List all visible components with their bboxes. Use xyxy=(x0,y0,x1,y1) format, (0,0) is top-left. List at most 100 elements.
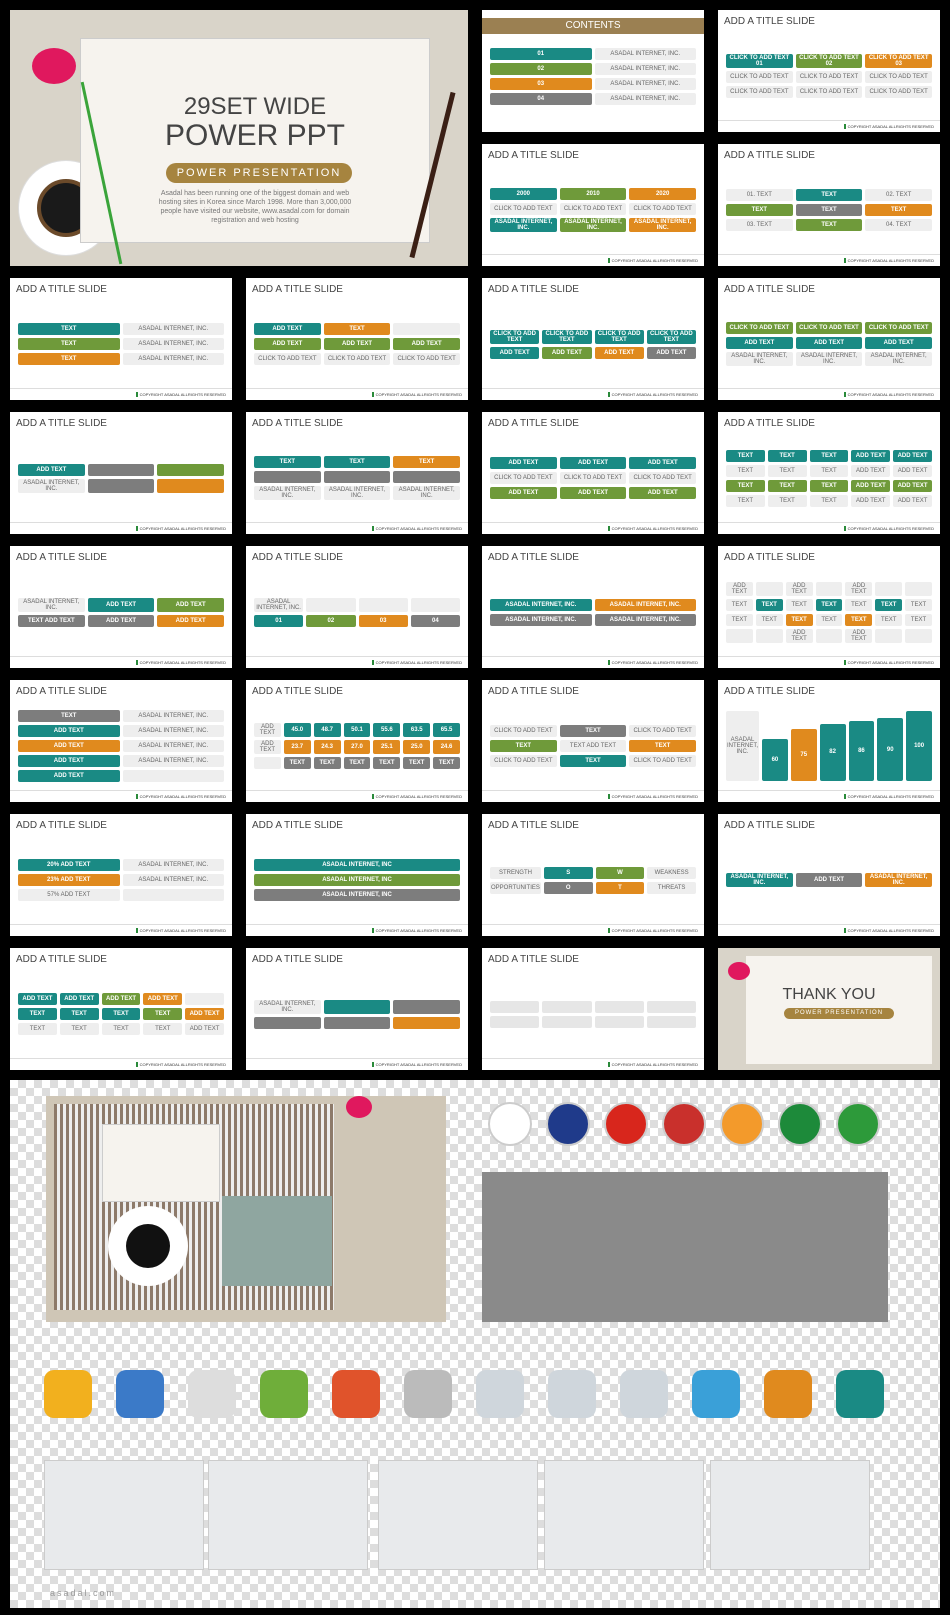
slide-thumbnail[interactable]: ADD A TITLE SLIDE TEXT TEXT TEXT ADD TEXT ADD… xyxy=(718,412,940,534)
slide-thumbnail[interactable]: ADD A TITLE SLIDE CLICK TO ADD TEXT CLICK … xyxy=(718,278,940,400)
office-worker-photo xyxy=(544,1460,704,1570)
slide-thumbnail[interactable]: ADD A TITLE SLIDE TEXT ASADAL INTERNET, IN… xyxy=(10,680,232,802)
slide-thumbnail[interactable]: ADD A TITLE SLIDE ASADAL INTERNET, INC ASA… xyxy=(246,814,468,936)
slide-thumbnail[interactable]: ADD A TITLE SLIDE ADD TEXT ADD TEXT ADD TEX… xyxy=(718,546,940,668)
cover-slide[interactable]: 29SET WIDE POWER PPT POWER PRESENTATION … xyxy=(10,10,468,266)
slide-element: O xyxy=(543,881,593,894)
slide-title: ADD A TITLE SLIDE xyxy=(488,418,579,429)
slide-element: 01. TEXT xyxy=(726,189,793,201)
slide-element: ADD TEXT xyxy=(851,449,891,462)
slide-thumbnail[interactable]: ADD A TITLE SLIDE ADD TEXT TEXT ADD TEXT ADD… xyxy=(246,278,468,400)
slide-element: ADD TEXT xyxy=(893,464,932,477)
slide-element: CLICK TO ADD TEXT xyxy=(629,472,696,484)
slide-element: CLICK TO ADD TEXT 02 xyxy=(795,54,863,68)
power-magnifier-icon xyxy=(836,1370,884,1418)
slide-element: ADD TEXT xyxy=(18,993,57,1005)
slide-element: ASADAL INTERNET, INC. xyxy=(559,218,627,232)
slide-element xyxy=(323,471,391,483)
slide-body: ADD TEXT TEXT ADD TEXT ADD TEXT ADD TEXT CLIC… xyxy=(254,302,460,386)
user-note-icon xyxy=(620,1370,668,1418)
slide-thumbnail[interactable]: ADD A TITLE SLIDE ASADAL INTERNET, INC. 60… xyxy=(718,680,940,802)
slide-element: CLICK TO ADD TEXT xyxy=(629,725,696,737)
slide-element: CLICK TO ADD TEXT xyxy=(490,755,557,767)
slide-element: ASADAL INTERNET, INC. xyxy=(726,352,793,366)
slide-element: 2000 xyxy=(490,188,557,200)
thank-you-subtitle: POWER PRESENTATION xyxy=(784,1008,894,1019)
slide-thumbnail[interactable]: ADD A TITLE SLIDE TEXT ASADAL INTERNET, IN… xyxy=(10,278,232,400)
slide-thumbnail[interactable]: ADD A TITLE SLIDE 2000 2010 2020 CLICK TO AD… xyxy=(482,144,704,266)
slide-title: ADD A TITLE SLIDE xyxy=(724,820,815,831)
cover-title-line2: POWER PPT xyxy=(164,119,345,152)
slide-thumbnail[interactable]: CONTENTS 01 ASADAL INTERNET, INC. 02 ASADAL … xyxy=(482,10,704,132)
slide-element: 02. TEXT xyxy=(865,189,932,201)
slide-element xyxy=(490,1015,540,1028)
slide-element xyxy=(594,1000,644,1013)
slide-thumbnail[interactable]: ADD A TITLE SLIDE ASADAL INTERNET, INC. AD… xyxy=(718,814,940,936)
slide-element: ADD TEXT xyxy=(893,479,932,492)
cover-subtitle: POWER PRESENTATION xyxy=(166,163,352,183)
slide-element: TEXT xyxy=(809,494,849,507)
slide-element: ADD TEXT xyxy=(393,338,460,350)
slide-element: TEXT xyxy=(313,757,341,769)
slide-element xyxy=(393,1016,460,1029)
slide-element: ASADAL INTERNET, INC xyxy=(254,859,460,871)
slide-thumbnail[interactable]: ADD A TITLE SLIDE 20% ADD TEXT ASADAL INTE… xyxy=(10,814,232,936)
slide-element xyxy=(393,999,460,1014)
slide-thumbnail[interactable]: ADD A TITLE SLIDE ADD TEXT ADD TEXT ADD TEX… xyxy=(10,948,232,1070)
slide-thumbnail[interactable]: ADD A TITLE SLIDE ASADAL INTERNET, INC. AS… xyxy=(482,546,704,668)
slide-element: TEXT xyxy=(143,1008,183,1020)
slide-element: ASADAL INTERNET, INC. xyxy=(594,598,696,611)
slide-element: 03. TEXT xyxy=(726,219,793,231)
slide-element: ADD TEXT xyxy=(18,740,120,752)
slide-element: TEXT xyxy=(845,613,873,626)
slide-element: ADD TEXT xyxy=(785,581,813,596)
slide-body: CLICK TO ADD TEXT 01 CLICK TO ADD TEXT 02… xyxy=(726,34,932,118)
slide-footer: COPYRIGHT ASADAL ALLRIGHTS RESERVED xyxy=(371,392,462,397)
slide-footer: COPYRIGHT ASADAL ALLRIGHTS RESERVED xyxy=(135,794,226,799)
slide-thumbnail[interactable]: ADD A TITLE SLIDE COPYRIGHT ASADAL ALLRIG… xyxy=(482,948,704,1070)
slide-thumbnail[interactable]: ADD A TITLE SLIDE 01. TEXT TEXT 02. TEXT TEX… xyxy=(718,144,940,266)
slide-title: ADD A TITLE SLIDE xyxy=(16,954,107,965)
slide-element: ASADAL INTERNET, INC. xyxy=(865,352,932,366)
slide-element: TEXT xyxy=(726,204,793,216)
slide-thumbnail[interactable]: ADD A TITLE SLIDE ASADAL INTERNET, INC. AD… xyxy=(10,546,232,668)
slide-element: ASADAL INTERNET, INC. xyxy=(122,353,224,365)
slide-footer: COPYRIGHT ASADAL ALLRIGHTS RESERVED xyxy=(135,928,226,933)
slide-element xyxy=(815,628,843,643)
slide-element: TEXT xyxy=(726,613,753,626)
slide-thumbnail[interactable]: THANK YOU POWER PRESENTATION xyxy=(718,948,940,1070)
slide-element: CLICK TO ADD TEXT xyxy=(490,203,557,215)
slide-element: ADD TEXT xyxy=(726,337,793,349)
slide-thumbnail[interactable]: ADD A TITLE SLIDE STRENGTH S W WEAKNESS OPPOR… xyxy=(482,814,704,936)
slide-thumbnail[interactable]: ADD A TITLE SLIDE ADD TEXT ASADAL INTERNET… xyxy=(10,412,232,534)
slide-thumbnail[interactable]: ADD A TITLE SLIDE ADD TEXT ADD TEXT ADD TEX… xyxy=(482,412,704,534)
slide-element xyxy=(905,581,932,596)
growth-chart-icon xyxy=(44,1370,92,1418)
user-lock-icon xyxy=(476,1370,524,1418)
slide-thumbnail[interactable]: ADD A TITLE SLIDE ASADAL INTERNET, INC. CO… xyxy=(246,948,468,1070)
user-calendar-icon xyxy=(548,1370,596,1418)
slide-thumbnail[interactable]: ADD A TITLE SLIDE CLICK TO ADD TEXT CLICK … xyxy=(482,278,704,400)
slide-element: 57% ADD TEXT xyxy=(18,889,120,901)
slide-title: ADD A TITLE SLIDE xyxy=(488,552,579,563)
slide-element xyxy=(122,889,224,901)
slide-element: ADD TEXT xyxy=(18,770,120,782)
slide-thumbnail[interactable]: ADD A TITLE SLIDE CLICK TO ADD TEXT 01 CLI… xyxy=(718,10,940,132)
slide-element: CLICK TO ADD TEXT 03 xyxy=(865,54,932,68)
slide-footer: COPYRIGHT ASADAL ALLRIGHTS RESERVED xyxy=(607,526,698,531)
slide-body: ADD TEXT ADD TEXT ADD TEXT CLICK TO ADD TEX… xyxy=(490,436,696,520)
slide-body: CLICK TO ADD TEXT TEXT CLICK TO ADD TEXT TE… xyxy=(490,704,696,788)
slide-element: CLICK TO ADD TEXT xyxy=(490,329,540,344)
slide-thumbnail[interactable]: ADD A TITLE SLIDE ADD TEXT 45.0 48.7 50.1 55.… xyxy=(246,680,468,802)
slide-title: ADD A TITLE SLIDE xyxy=(16,284,107,295)
slide-element: 63.5 xyxy=(403,723,431,737)
slide-thumbnail[interactable]: ADD A TITLE SLIDE TEXT TEXT TEXT ASADAL INTE… xyxy=(246,412,468,534)
slide-thumbnail[interactable]: ADD A TITLE SLIDE CLICK TO ADD TEXT TEXT CL… xyxy=(482,680,704,802)
slide-element: ASADAL INTERNET, INC. xyxy=(726,873,793,887)
slide-element: ADD TEXT xyxy=(542,346,592,359)
slide-element: TEXT xyxy=(795,204,863,216)
slide-element: TEXT xyxy=(865,204,932,216)
slide-thumbnail[interactable]: ADD A TITLE SLIDE ASADAL INTERNET, INC. 01… xyxy=(246,546,468,668)
slide-element: 23% ADD TEXT xyxy=(18,874,120,886)
slide-element: TEXT xyxy=(726,464,765,477)
